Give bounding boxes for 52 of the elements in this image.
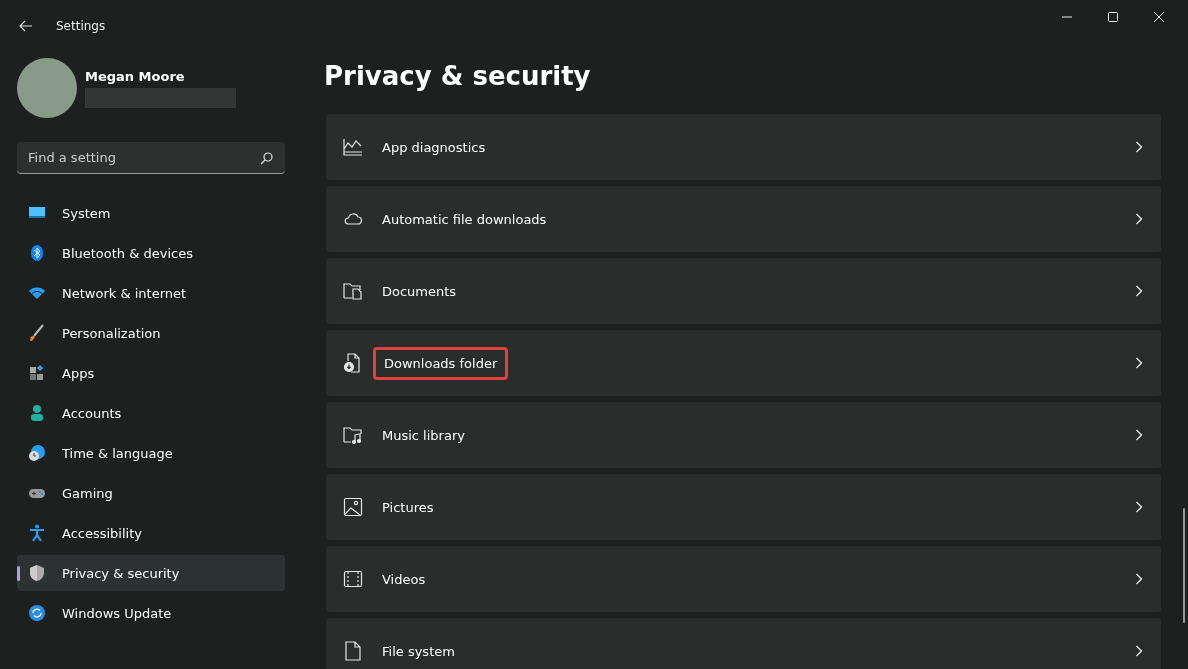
- scrollbar[interactable]: [1183, 508, 1185, 623]
- settings-row[interactable]: Music library: [326, 402, 1161, 468]
- chevron-icon: [1135, 429, 1143, 441]
- sidebar-item[interactable]: Time & language: [17, 435, 285, 471]
- search-icon: [260, 152, 273, 165]
- window-title: Settings: [56, 19, 106, 33]
- shield-icon: [28, 564, 46, 582]
- bluetooth-icon: [28, 244, 46, 262]
- settings-row[interactable]: Automatic file downloads: [326, 186, 1161, 252]
- sidebar-item[interactable]: System: [17, 195, 285, 231]
- chevron-icon: [1135, 645, 1143, 657]
- sidebar-item[interactable]: Gaming: [17, 475, 285, 511]
- brush-icon: [28, 324, 46, 342]
- sidebar-item[interactable]: Personalization: [17, 315, 285, 351]
- avatar: [17, 58, 77, 118]
- maximize-icon[interactable]: [1108, 12, 1118, 22]
- sync-icon: [28, 604, 46, 622]
- settings-row[interactable]: File system: [326, 618, 1161, 669]
- chevron-icon: [1135, 285, 1143, 297]
- user-name: Megan Moore: [85, 68, 186, 84]
- settings-row[interactable]: Pictures: [326, 474, 1161, 540]
- settings-row[interactable]: Videos: [326, 546, 1161, 612]
- search-field[interactable]: Find a setting: [17, 142, 285, 174]
- chevron-icon: [1135, 573, 1143, 585]
- apps-icon: [28, 364, 46, 382]
- film-icon: [343, 569, 363, 589]
- chevron-icon: [1135, 357, 1143, 369]
- picture-icon: [343, 497, 363, 517]
- music-folder-icon: [343, 425, 363, 445]
- back-arrow-icon[interactable]: [19, 20, 33, 32]
- sidebar-item[interactable]: Accounts: [17, 395, 285, 431]
- sidebar-item[interactable]: Network & internet: [17, 275, 285, 311]
- folder-icon: [343, 281, 363, 301]
- chevron-icon: [1135, 141, 1143, 153]
- accessibility-icon: [28, 524, 46, 542]
- chevron-icon: [1135, 501, 1143, 513]
- page-title: Privacy & security: [324, 60, 592, 93]
- person-icon: [28, 404, 46, 422]
- chart-icon: [343, 137, 363, 157]
- sidebar-item[interactable]: Bluetooth & devices: [17, 235, 285, 271]
- chevron-icon: [1135, 213, 1143, 225]
- settings-row[interactable]: Documents: [326, 258, 1161, 324]
- sidebar-item[interactable]: Apps: [17, 355, 285, 391]
- close-icon[interactable]: [1154, 12, 1164, 22]
- settings-row[interactable]: Downloads folder: [326, 330, 1161, 396]
- sidebar-item[interactable]: Privacy & security: [17, 555, 285, 591]
- file-download-icon: [343, 353, 363, 373]
- sidebar-item[interactable]: Accessibility: [17, 515, 285, 551]
- file-icon: [343, 641, 363, 661]
- globe-clock-icon: [28, 444, 46, 462]
- settings-row[interactable]: App diagnostics: [326, 114, 1161, 180]
- sidebar-item[interactable]: Windows Update: [17, 595, 285, 631]
